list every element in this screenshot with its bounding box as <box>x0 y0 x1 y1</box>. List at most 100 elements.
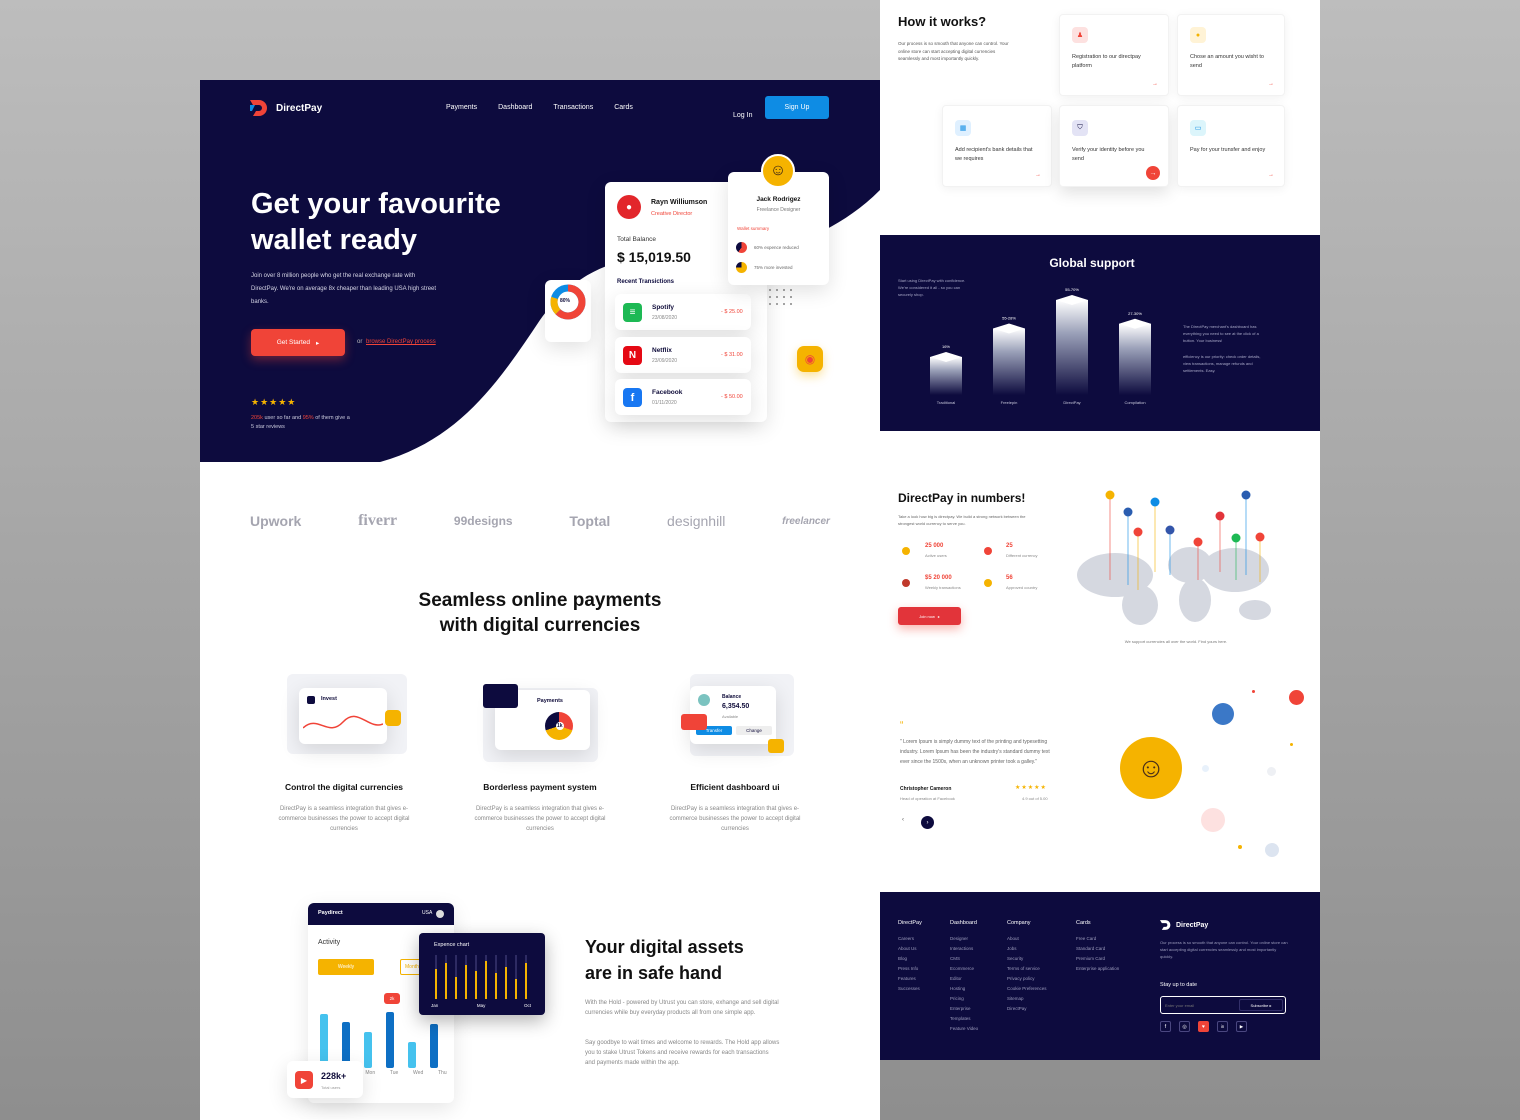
footer-link[interactable]: Feature Video <box>950 1024 978 1034</box>
transaction-amount: - $ 31.00 <box>721 352 743 358</box>
dribbble-icon[interactable]: ♥ <box>1198 1021 1209 1032</box>
nav-payments[interactable]: Payments <box>446 104 477 111</box>
browse-process-link[interactable]: browse DirectPay process <box>366 339 436 345</box>
stat-label: Weekly transactions <box>925 585 961 590</box>
footer-link[interactable]: Designer <box>950 934 978 944</box>
footer-link[interactable]: Features <box>898 974 922 984</box>
footer-link[interactable]: Free Card <box>1076 934 1119 944</box>
how-step-card[interactable]: ▭ Pay for your trunsfer and enjoy → <box>1177 105 1285 187</box>
footer-link[interactable]: Jobs <box>1007 944 1047 954</box>
map-caption: We support currencies all over the world… <box>1124 639 1228 644</box>
testimonial-role: Head of operation at Facebook <box>900 796 955 801</box>
footer-link[interactable]: Enterprise <box>950 1004 978 1014</box>
email-input[interactable] <box>1165 1000 1235 1010</box>
activity-label: Activity <box>318 939 341 946</box>
user-icon: ♟ <box>1072 27 1088 43</box>
global-bar-chart: 16% Traditional 55-28% Freelepin 55-70% Direc… <box>930 287 1151 405</box>
directpay-logo-icon <box>250 100 267 116</box>
profile-name: Jack Rodrigez <box>756 196 801 203</box>
stat-label: Different currency <box>1006 553 1038 558</box>
change-button[interactable]: Change <box>736 726 772 735</box>
weekly-tab[interactable]: Weekly <box>318 959 374 975</box>
newsletter-form: Subscribe ▸ <box>1160 996 1286 1014</box>
transaction-row[interactable]: f Facebook 01/11/2020 - $ 50.00 <box>615 379 751 415</box>
footer-link[interactable]: Cookie Preferences <box>1007 984 1047 994</box>
arrow-right-icon: ▸ <box>315 339 320 347</box>
footer-link[interactable]: Hosting <box>950 984 978 994</box>
brand-logo[interactable]: DirectPay <box>250 100 322 116</box>
nav-cards[interactable]: Cards <box>614 104 633 111</box>
credit-card-icon <box>483 684 518 708</box>
pie-mini-card: 80% <box>545 280 591 342</box>
footer-link[interactable]: Security <box>1007 954 1047 964</box>
transaction-row[interactable]: N Netflix 23/09/2020 - $ 31.00 <box>615 337 751 373</box>
nav-transactions[interactable]: Transactions <box>553 104 593 111</box>
how-step-card[interactable]: ● Chose an amount you wisht to send → <box>1177 14 1285 96</box>
secondary-page: How it works? Our process is so smooth t… <box>880 0 1320 1060</box>
join-now-button[interactable]: Join now ▸ <box>898 607 961 625</box>
footer-link[interactable]: Ecommerce <box>950 964 978 974</box>
footer-col: Company About Jobs Security Terms of ser… <box>1007 920 1047 1014</box>
app-brand: Paydirect <box>318 910 343 916</box>
footer-link[interactable]: Enterprise application <box>1076 964 1119 974</box>
subscribe-button[interactable]: Subscribe ▸ <box>1239 999 1283 1011</box>
global-bar-pct: 16% <box>942 344 950 349</box>
footer-link[interactable]: About <box>1007 934 1047 944</box>
profile-role: Freelance Designer <box>756 207 801 213</box>
linkedin-icon[interactable]: in <box>1217 1021 1228 1032</box>
footer-link[interactable]: Premium Card <box>1076 954 1119 964</box>
footer-link[interactable]: Interactions <box>950 944 978 954</box>
balance-label: Balance <box>722 694 742 700</box>
youtube-icon[interactable]: ▶ <box>1236 1021 1247 1032</box>
hero-title: Get your favourite wallet ready <box>251 188 501 256</box>
footer-brand[interactable]: DirectPay <box>1160 920 1208 930</box>
footer-link[interactable]: Privacy policy <box>1007 974 1047 984</box>
wave-chart <box>303 715 383 729</box>
footer-link[interactable]: Sitemap <box>1007 994 1047 1004</box>
footer-link[interactable]: Templates <box>950 1014 978 1024</box>
footer-link[interactable]: About Us <box>898 944 922 954</box>
upwork-logo: Upwork <box>250 513 302 529</box>
footer-link[interactable]: CMS <box>950 954 978 964</box>
footer-col: DirectPay Careers About Us Blog Press In… <box>898 920 922 994</box>
footer-link[interactable]: Successes <box>898 984 922 994</box>
footer-link[interactable]: Editor <box>950 974 978 984</box>
avatar <box>1212 703 1234 725</box>
footer-link[interactable]: Pricing <box>950 994 978 1004</box>
global-right-text-1: The DirectPay merchant's dashboard has e… <box>1183 324 1259 343</box>
login-link[interactable]: Log In <box>733 112 752 119</box>
prev-arrow-icon[interactable]: ‹ <box>902 817 904 823</box>
footer-link[interactable]: Press Info <box>898 964 922 974</box>
recent-transactions-label: Recent Transictions <box>617 279 675 285</box>
social-links: f ◎ ♥ in ▶ <box>1160 1021 1247 1032</box>
main-nav: Payments Dashboard Transactions Cards <box>446 104 633 111</box>
expence-bar-chart <box>435 955 527 999</box>
facebook-icon[interactable]: f <box>1160 1021 1171 1032</box>
stat-value: 25 000 <box>925 543 944 549</box>
global-bar-pct: 55-28% <box>1002 316 1016 321</box>
pie-label: 80% <box>560 298 571 304</box>
arrow-right-icon: → <box>1035 172 1041 178</box>
global-bar-label: DirectPay <box>1063 400 1080 405</box>
avatar <box>1201 808 1225 832</box>
get-started-button[interactable]: Get Started ▸ <box>251 329 345 356</box>
card-icon: ▭ <box>1190 120 1206 136</box>
footer-link[interactable]: DirectPay <box>1007 1004 1047 1014</box>
how-step-card[interactable]: ▦ Add recipient's bank details that we r… <box>942 105 1052 187</box>
instagram-icon[interactable]: ◎ <box>1179 1021 1190 1032</box>
nav-dashboard[interactable]: Dashboard <box>498 104 532 111</box>
how-step-card[interactable]: ♟ Registration to our directpay platform… <box>1059 14 1169 96</box>
footer-link[interactable]: Terms of service <box>1007 964 1047 974</box>
footer-link[interactable]: Blog <box>898 954 922 964</box>
coin-icon <box>385 710 401 726</box>
footer-link[interactable]: Careers <box>898 934 922 944</box>
play-icon: ▶ <box>295 1071 313 1089</box>
signup-button[interactable]: Sign Up <box>765 96 829 119</box>
transaction-row[interactable]: ≡ Spotify 23/08/2020 - $ 25.00 <box>615 294 751 330</box>
expence-bar <box>455 977 457 999</box>
footer-link[interactable]: Standard Card <box>1076 944 1119 954</box>
next-arrow-icon[interactable]: › <box>921 816 934 829</box>
how-step-card-active[interactable]: ⛉ Verify your identity before you send → <box>1059 105 1169 187</box>
expence-bar <box>495 973 497 999</box>
testimonial-avatar: ☺ <box>1120 737 1182 799</box>
